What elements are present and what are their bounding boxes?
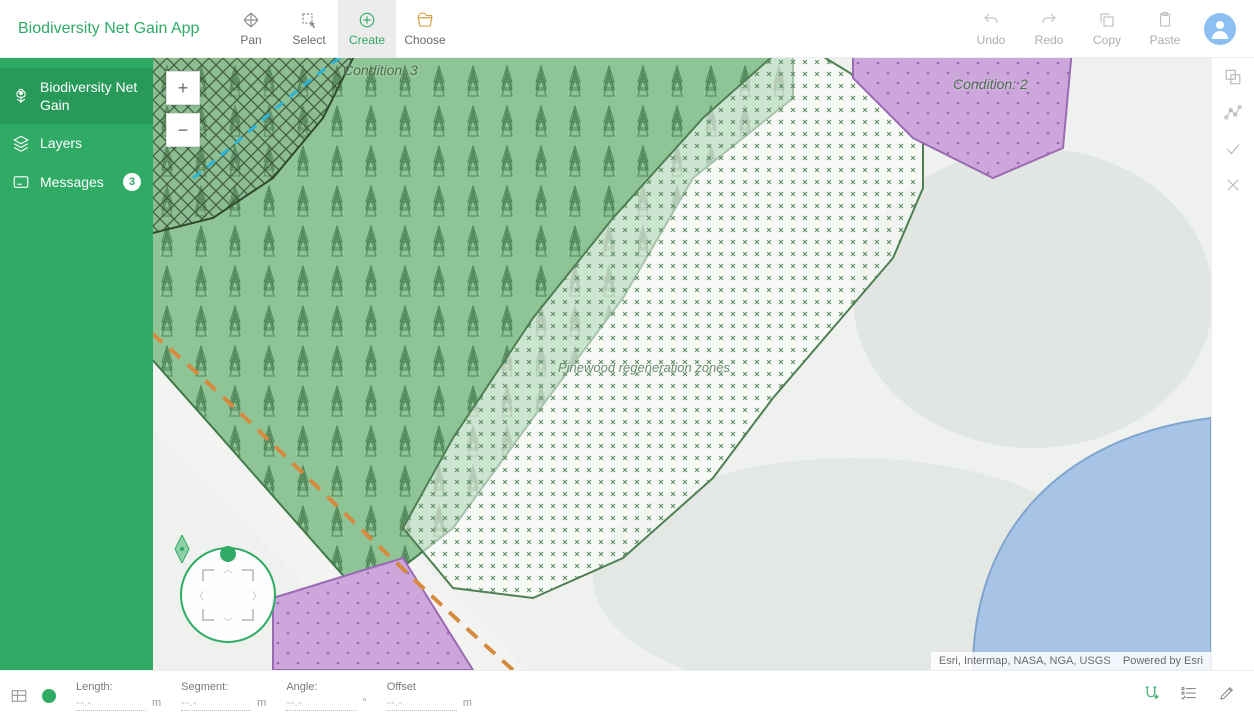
sidebar-label-bng: Biodiversity Net Gain: [40, 78, 141, 114]
edit-pencil-button[interactable]: [1218, 684, 1236, 707]
check-icon[interactable]: [1224, 140, 1242, 158]
offset-field: Offset --.-m: [387, 681, 472, 711]
compass-widget[interactable]: ︿ ﹀ 〈 〉: [173, 540, 283, 650]
create-label: Create: [349, 33, 385, 47]
offset-value[interactable]: --.-: [387, 695, 457, 711]
right-rail: [1211, 58, 1254, 670]
messages-badge: 3: [123, 173, 141, 191]
edit-tools-group: Pan Select Create Choose: [222, 0, 454, 57]
user-icon: [1208, 17, 1232, 41]
angle-field: Angle: --.-°: [286, 681, 366, 711]
segment-value[interactable]: --.-: [181, 695, 251, 711]
choose-button[interactable]: Choose: [396, 0, 454, 58]
label-pinewood: Pinewood regeneration zones: [558, 360, 730, 375]
select-icon: [300, 11, 318, 29]
undo-label: Undo: [977, 33, 1006, 47]
select-label: Select: [292, 33, 325, 47]
redo-icon: [1040, 11, 1058, 29]
angle-value[interactable]: --.-: [286, 695, 356, 711]
pan-button[interactable]: Pan: [222, 0, 280, 58]
zoom-out-button[interactable]: −: [166, 113, 200, 147]
segment-field: Segment: --.-m: [181, 681, 266, 711]
status-dot[interactable]: [42, 689, 56, 703]
sidebar-label-messages: Messages: [40, 173, 123, 191]
label-condition-3: Condition: 3: [343, 62, 418, 78]
compass-needle-icon: [171, 535, 193, 563]
offset-label: Offset: [387, 681, 472, 693]
sidebar-label-layers: Layers: [40, 134, 141, 152]
compass-left-icon[interactable]: 〈: [194, 588, 204, 603]
bottom-bar: Length: --.-m Segment: --.-m Angle: --.-…: [0, 670, 1254, 720]
pan-icon: [242, 11, 260, 29]
layers-icon: [12, 134, 30, 152]
zoom-controls: + −: [166, 71, 200, 155]
compass-down-icon[interactable]: ﹀: [223, 614, 233, 629]
compass-north-dot: [220, 546, 236, 562]
sidebar-item-bng[interactable]: Biodiversity Net Gain: [0, 68, 153, 124]
length-field: Length: --.-m: [76, 681, 161, 711]
copy-label: Copy: [1093, 33, 1121, 47]
choose-icon: [416, 11, 434, 29]
choose-label: Choose: [404, 33, 445, 47]
map-attribution: Esri, Intermap, NASA, NGA, USGS Powered …: [931, 652, 1211, 670]
select-button[interactable]: Select: [280, 0, 338, 58]
zoom-in-button[interactable]: +: [166, 71, 200, 105]
history-tools-group: Undo Redo Copy Paste: [962, 0, 1194, 57]
sidebar-item-messages[interactable]: Messages 3: [0, 163, 153, 201]
undo-icon: [982, 11, 1000, 29]
length-label: Length:: [76, 681, 161, 693]
attribution-sources: Esri, Intermap, NASA, NGA, USGS: [939, 655, 1111, 667]
compass-up-icon[interactable]: ︿: [223, 561, 233, 576]
flower-icon: [12, 87, 30, 105]
close-icon[interactable]: [1224, 176, 1242, 194]
paste-button[interactable]: Paste: [1136, 0, 1194, 58]
label-condition-2: Condition: 2: [953, 76, 1028, 92]
app-title: Biodiversity Net Gain App: [0, 20, 222, 38]
top-toolbar: Biodiversity Net Gain App Pan Select Cre…: [0, 0, 1254, 58]
create-button[interactable]: Create: [338, 0, 396, 58]
table-icon[interactable]: [10, 687, 28, 705]
map-canvas[interactable]: Condition: 3 Condition: 2 Pinewood regen…: [153, 58, 1211, 670]
pan-label: Pan: [240, 33, 261, 47]
snapping-button[interactable]: [1142, 684, 1160, 707]
length-value[interactable]: --.-: [76, 695, 146, 711]
segment-label: Segment:: [181, 681, 266, 693]
copy-button[interactable]: Copy: [1078, 0, 1136, 58]
compass-right-icon[interactable]: 〉: [252, 588, 262, 603]
undo-button[interactable]: Undo: [962, 0, 1020, 58]
left-sidebar: Biodiversity Net Gain Layers Messages 3: [0, 58, 153, 670]
user-avatar[interactable]: [1204, 13, 1236, 45]
redo-label: Redo: [1035, 33, 1064, 47]
attribution-powered: Powered by Esri: [1123, 655, 1203, 667]
create-icon: [358, 11, 376, 29]
redo-button[interactable]: Redo: [1020, 0, 1078, 58]
paste-label: Paste: [1150, 33, 1181, 47]
messages-icon: [12, 173, 30, 191]
vertices-icon[interactable]: [1224, 104, 1242, 122]
copy-icon: [1098, 11, 1116, 29]
sidebar-item-layers[interactable]: Layers: [0, 124, 153, 162]
angle-label: Angle:: [286, 681, 366, 693]
overlap-icon[interactable]: [1224, 68, 1242, 86]
paste-icon: [1156, 11, 1174, 29]
settings-list-button[interactable]: [1180, 684, 1198, 707]
